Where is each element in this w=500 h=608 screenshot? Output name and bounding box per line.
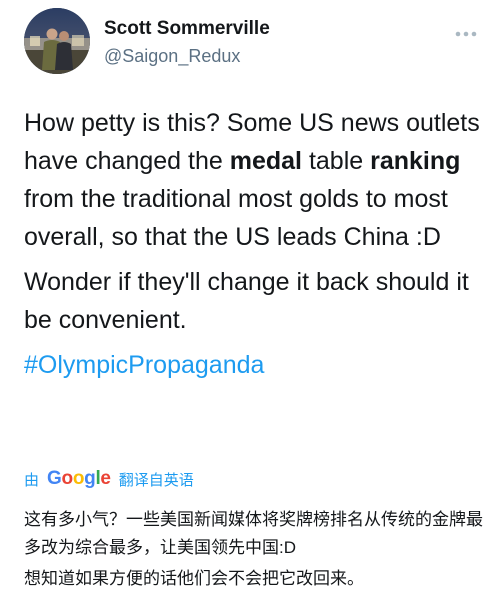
author-name[interactable]: Scott Sommerville	[104, 18, 270, 40]
tweet-paragraph-1: How petty is this? Some US news outlets …	[24, 109, 480, 251]
translated-paragraph-2: 想知道如果方便的话他们会不会把它改回来。	[24, 569, 364, 588]
google-logo: Google	[47, 468, 111, 489]
user-avatar-photo-icon	[24, 8, 90, 74]
tweet-text: How petty is this? Some US news outlets …	[24, 104, 494, 384]
more-options-icon[interactable]	[452, 26, 480, 37]
author-handle[interactable]: @Saigon_Redux	[104, 46, 240, 67]
bold-word-medal: medal	[229, 147, 302, 175]
hashtag-link[interactable]: #OlympicPropaganda	[24, 346, 494, 384]
translated-text: 这有多小气？一些美国新闻媒体将奖牌榜排名从传统的金牌最多改为综合最多，让美国领先…	[24, 506, 496, 593]
tweet-paragraph-2: Wonder if they'll change it back should …	[24, 268, 469, 334]
translation-attribution[interactable]: 由 Google 翻译自英语	[24, 466, 194, 492]
translated-by-label: 由	[24, 471, 40, 489]
translated-from-english-label: 翻译自英语	[118, 471, 194, 489]
avatar[interactable]	[24, 8, 90, 74]
bold-word-ranking: ranking	[370, 147, 461, 175]
translated-paragraph-1: 这有多小气？一些美国新闻媒体将奖牌榜排名从传统的金牌最多改为综合最多，让美国领先…	[24, 510, 483, 557]
